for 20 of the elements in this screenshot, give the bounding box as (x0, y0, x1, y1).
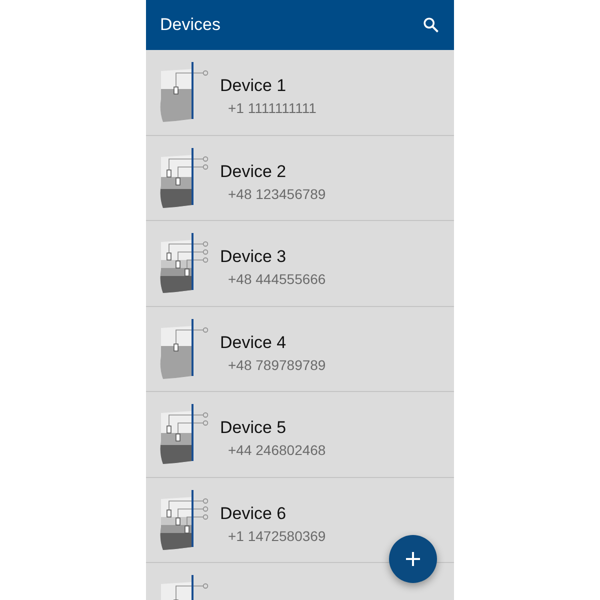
phone-number: +48 789789789 (228, 356, 326, 373)
plus-icon (405, 551, 421, 567)
phone-number: +48 444555666 (228, 271, 326, 288)
device-name: Device 5 (220, 418, 288, 438)
phone-number: +1 1472580369 (228, 528, 326, 544)
screen-title: Devices (160, 15, 220, 35)
device-name: Device 4 (220, 332, 288, 353)
device-name: Device 2 (220, 162, 288, 182)
beaker-sensor-icon (158, 61, 209, 124)
device-name: Device 3 (220, 247, 288, 268)
device-name: Device 1 (220, 76, 288, 96)
beaker-sensor-icon (158, 318, 209, 380)
phone-number: +48 123456789 (228, 186, 326, 202)
phone-number: +1 1111111111 (228, 100, 316, 116)
device-row[interactable]: Device 1 +1 1111111111 (146, 50, 454, 136)
device-name: Device 6 (220, 504, 288, 524)
add-button[interactable] (389, 535, 437, 583)
device-row[interactable]: Device 4 +48 789789789 (146, 306, 454, 392)
search-icon[interactable] (422, 16, 440, 34)
phone-number: +44 246802468 (228, 442, 326, 458)
